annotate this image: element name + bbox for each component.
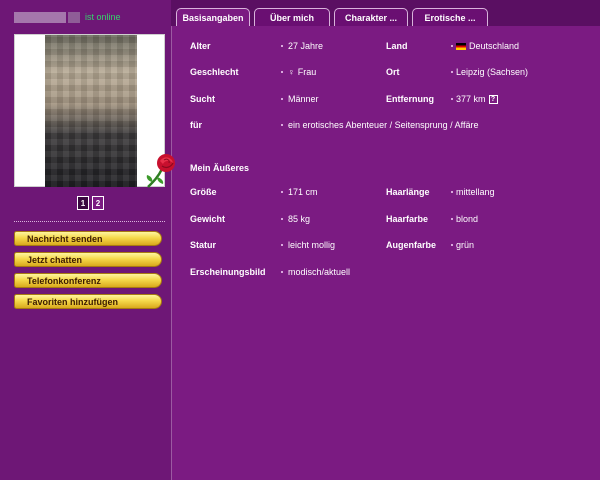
- bullet: [281, 218, 283, 220]
- germany-flag-icon: [456, 42, 466, 50]
- help-icon[interactable]: ?: [488, 94, 498, 104]
- value-statur: leicht mollig: [288, 240, 336, 250]
- row-groesse-haarlaenge: Größe 171 cm Haarlänge mittellang: [172, 179, 600, 205]
- bullet: [281, 71, 283, 73]
- bullet: [281, 45, 283, 47]
- chat-now-button[interactable]: Jetzt chatten: [14, 252, 162, 267]
- tab-basisangaben[interactable]: Basisangaben: [176, 8, 250, 26]
- value-entfernung: 377 km ?: [456, 94, 498, 104]
- label-alter: Alter: [190, 41, 211, 51]
- label-land: Land: [386, 41, 408, 51]
- bullet: [281, 244, 283, 246]
- value-gewicht: 85 kg: [288, 214, 311, 224]
- label-entfernung: Entfernung: [386, 94, 434, 104]
- label-augenfarbe: Augenfarbe: [386, 240, 437, 250]
- label-haarfarbe: Haarfarbe: [386, 214, 429, 224]
- row-alter-land: Alter 27 Jahre Land Deutschland: [172, 33, 600, 59]
- value-ort: Leipzig (Sachsen): [456, 67, 529, 77]
- label-sucht: Sucht: [190, 94, 216, 104]
- username-blurred[interactable]: [14, 11, 66, 23]
- label-geschlecht: Geschlecht: [190, 67, 239, 77]
- value-alter: 27 Jahre: [288, 41, 324, 51]
- profile-photo[interactable]: [45, 35, 137, 187]
- action-buttons: Nachricht senden Jetzt chatten Telefonko…: [14, 231, 162, 315]
- value-geschlecht: ♀ Frau: [288, 67, 316, 77]
- label-ort: Ort: [386, 67, 400, 77]
- row-geschlecht-ort: Geschlecht ♀ Frau Ort Leipzig (Sachsen): [172, 59, 600, 85]
- photo-page-1[interactable]: 1: [77, 196, 89, 210]
- label-fuer: für: [190, 120, 202, 130]
- online-label: ist online: [85, 12, 121, 22]
- bullet: [281, 191, 283, 193]
- value-augenfarbe: grün: [456, 240, 475, 250]
- section-title-appearance: Mein Äußeres: [190, 163, 250, 173]
- row-statur-augenfarbe: Statur leicht mollig Augenfarbe grün: [172, 232, 600, 258]
- value-erscheinungsbild: modisch/aktuell: [288, 267, 351, 277]
- female-symbol-icon: ♀: [288, 67, 295, 77]
- value-sucht: Männer: [288, 94, 319, 104]
- bullet: [451, 218, 453, 220]
- value-entfernung-text: 377 km: [456, 94, 486, 104]
- label-haarlaenge: Haarlänge: [386, 187, 430, 197]
- bullet: [451, 98, 453, 100]
- tab-charakter[interactable]: Charakter ...: [334, 8, 408, 26]
- row-erscheinungsbild: Erscheinungsbild modisch/aktuell: [172, 259, 600, 285]
- photo-page-2[interactable]: 2: [92, 196, 104, 210]
- bullet: [451, 191, 453, 193]
- value-land-text: Deutschland: [469, 41, 520, 51]
- bullet: [281, 271, 283, 273]
- value-geschlecht-text: Frau: [297, 67, 317, 77]
- value-haarlaenge: mittellang: [456, 187, 495, 197]
- label-groesse: Größe: [190, 187, 217, 197]
- value-haarfarbe: blond: [456, 214, 479, 224]
- phone-conference-button[interactable]: Telefonkonferenz: [14, 273, 162, 288]
- online-status: ist online: [14, 11, 121, 23]
- bullet: [281, 98, 283, 100]
- profile-tabs: Basisangaben Über mich Charakter ... Ero…: [176, 8, 488, 26]
- bullet: [281, 124, 283, 126]
- tab-ueber-mich[interactable]: Über mich: [254, 8, 330, 26]
- bullet: [451, 71, 453, 73]
- row-sucht-entfernung: Sucht Männer Entfernung 377 km ?: [172, 86, 600, 112]
- label-statur: Statur: [190, 240, 217, 250]
- value-fuer: ein erotisches Abenteuer / Seitensprung …: [288, 120, 479, 130]
- bullet: [451, 45, 453, 47]
- bullet: [451, 244, 453, 246]
- send-message-button[interactable]: Nachricht senden: [14, 231, 162, 246]
- row-fuer: für ein erotisches Abenteuer / Seitenspr…: [172, 112, 600, 138]
- label-erscheinungsbild: Erscheinungsbild: [190, 267, 266, 277]
- tab-erotische[interactable]: Erotische ...: [412, 8, 488, 26]
- label-gewicht: Gewicht: [190, 214, 226, 224]
- value-land: Deutschland: [456, 41, 519, 51]
- photo-pager: 1 2: [77, 196, 104, 210]
- value-groesse: 171 cm: [288, 187, 318, 197]
- add-favorite-button[interactable]: Favoriten hinzufügen: [14, 294, 162, 309]
- username-blurred-tail: [68, 11, 80, 23]
- row-gewicht-haarfarbe: Gewicht 85 kg Haarfarbe blond: [172, 206, 600, 232]
- sidebar-divider: [14, 221, 165, 222]
